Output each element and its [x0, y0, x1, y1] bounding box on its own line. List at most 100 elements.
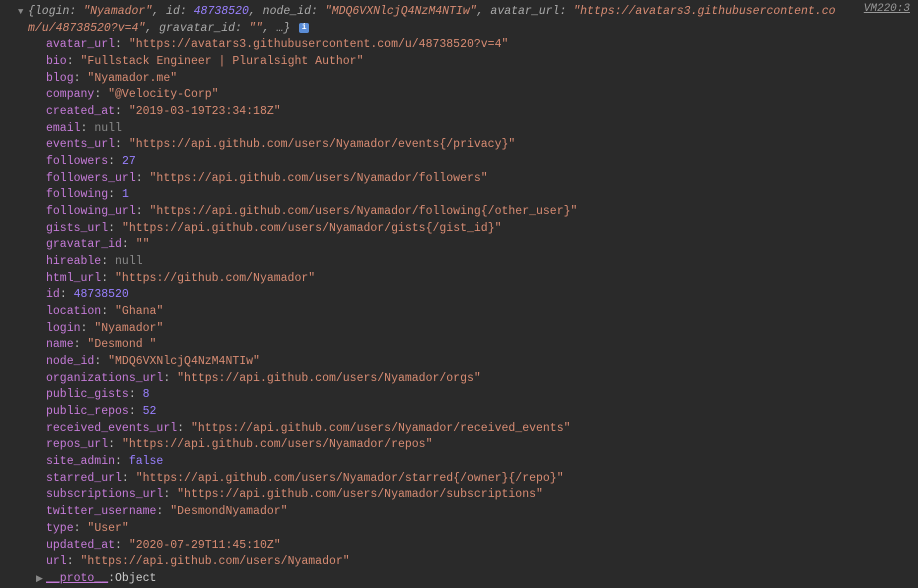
property-row: followers_url: "https://api.github.com/u… [46, 171, 918, 188]
property-row: public_repos: 52 [46, 404, 918, 421]
object-summary-row[interactable]: ▼ {login: "Nyamador", id: 48738520, node… [0, 4, 918, 37]
property-key: html_url [46, 272, 101, 285]
property-key: location [46, 305, 101, 318]
property-row: location: "Ghana" [46, 304, 918, 321]
property-row: id: 48738520 [46, 287, 918, 304]
property-row: login: "Nyamador" [46, 321, 918, 338]
property-key: email [46, 122, 81, 135]
property-key: followers_url [46, 172, 136, 185]
property-value: "https://api.github.com/users/Nyamador/g… [122, 222, 502, 235]
property-row: following: 1 [46, 187, 918, 204]
property-row: organizations_url: "https://api.github.c… [46, 371, 918, 388]
property-row: received_events_url: "https://api.github… [46, 421, 918, 438]
property-value: "Nyamador.me" [87, 72, 177, 85]
property-row: company: "@Velocity-Corp" [46, 87, 918, 104]
property-key: starred_url [46, 472, 122, 485]
info-icon[interactable]: i [299, 23, 309, 33]
property-row: starred_url: "https://api.github.com/use… [46, 471, 918, 488]
property-value: null [115, 255, 143, 268]
property-key: url [46, 555, 67, 568]
property-row: created_at: "2019-03-19T23:34:18Z" [46, 104, 918, 121]
property-key: gravatar_id [46, 238, 122, 251]
property-value: "https://api.github.com/users/Nyamador" [81, 555, 350, 568]
property-row: repos_url: "https://api.github.com/users… [46, 437, 918, 454]
proto-row[interactable]: ▶ __proto__: Object [0, 571, 918, 588]
property-key: twitter_username [46, 505, 156, 518]
property-row: gists_url: "https://api.github.com/users… [46, 221, 918, 238]
property-key: public_repos [46, 405, 129, 418]
property-row: twitter_username: "DesmondNyamador" [46, 504, 918, 521]
property-row: url: "https://api.github.com/users/Nyama… [46, 554, 918, 571]
property-value: "User" [87, 522, 128, 535]
property-value: "@Velocity-Corp" [108, 88, 218, 101]
property-key: created_at [46, 105, 115, 118]
property-value: "https://api.github.com/users/Nyamador/f… [150, 172, 488, 185]
property-row: html_url: "https://github.com/Nyamador" [46, 271, 918, 288]
property-value: 52 [143, 405, 157, 418]
property-key: blog [46, 72, 74, 85]
property-row: gravatar_id: "" [46, 237, 918, 254]
property-value: "MDQ6VXNlcjQ4NzM4NTIw" [108, 355, 260, 368]
property-value: "https://api.github.com/users/Nyamador/f… [150, 205, 578, 218]
property-key: subscriptions_url [46, 488, 163, 501]
property-key: following [46, 188, 108, 201]
property-value: "https://github.com/Nyamador" [115, 272, 315, 285]
property-value: "https://api.github.com/users/Nyamador/e… [129, 138, 515, 151]
property-key: updated_at [46, 539, 115, 552]
property-value: "https://api.github.com/users/Nyamador/s… [177, 488, 543, 501]
collapse-arrow-icon[interactable]: ▶ [36, 573, 46, 586]
property-value: 8 [143, 388, 150, 401]
property-value: 1 [122, 188, 129, 201]
property-key: received_events_url [46, 422, 177, 435]
property-key: login [46, 322, 81, 335]
property-value: "" [136, 238, 150, 251]
property-key: organizations_url [46, 372, 163, 385]
property-value: "https://api.github.com/users/Nyamador/o… [177, 372, 481, 385]
property-row: events_url: "https://api.github.com/user… [46, 137, 918, 154]
property-row: hireable: null [46, 254, 918, 271]
property-key: site_admin [46, 455, 115, 468]
property-key: gists_url [46, 222, 108, 235]
property-value: "2020-07-29T11:45:10Z" [129, 539, 281, 552]
property-key: following_url [46, 205, 136, 218]
property-value: "Desmond " [87, 338, 156, 351]
property-key: repos_url [46, 438, 108, 451]
property-value: "Fullstack Engineer | Pluralsight Author… [81, 55, 364, 68]
property-value: false [129, 455, 164, 468]
property-value: "https://api.github.com/users/Nyamador/r… [191, 422, 571, 435]
proto-key: __proto__ [46, 571, 108, 588]
property-key: avatar_url [46, 38, 115, 51]
property-value: 27 [122, 155, 136, 168]
proto-value: Object [115, 571, 156, 588]
property-row: site_admin: false [46, 454, 918, 471]
property-row: type: "User" [46, 521, 918, 538]
property-key: company [46, 88, 94, 101]
expand-arrow-icon[interactable]: ▼ [18, 6, 28, 19]
property-value: "DesmondNyamador" [170, 505, 287, 518]
property-key: hireable [46, 255, 101, 268]
property-value: "https://api.github.com/users/Nyamador/s… [136, 472, 564, 485]
property-value: "Ghana" [115, 305, 163, 318]
property-row: avatar_url: "https://avatars3.githubuser… [46, 37, 918, 54]
property-row: following_url: "https://api.github.com/u… [46, 204, 918, 221]
property-row: email: null [46, 121, 918, 138]
property-key: followers [46, 155, 108, 168]
property-row: subscriptions_url: "https://api.github.c… [46, 487, 918, 504]
property-value: "https://avatars3.githubusercontent.com/… [129, 38, 509, 51]
property-key: node_id [46, 355, 94, 368]
property-key: bio [46, 55, 67, 68]
property-value: "Nyamador" [94, 322, 163, 335]
source-link[interactable]: VM220:3 [864, 2, 910, 18]
property-key: events_url [46, 138, 115, 151]
object-properties: avatar_url: "https://avatars3.githubuser… [0, 37, 918, 571]
object-summary: {login: "Nyamador", id: 48738520, node_i… [28, 4, 918, 37]
property-value: "2019-03-19T23:34:18Z" [129, 105, 281, 118]
property-row: name: "Desmond " [46, 337, 918, 354]
property-value: null [94, 122, 122, 135]
property-row: followers: 27 [46, 154, 918, 171]
property-key: name [46, 338, 74, 351]
property-key: public_gists [46, 388, 129, 401]
property-row: public_gists: 8 [46, 387, 918, 404]
property-row: updated_at: "2020-07-29T11:45:10Z" [46, 538, 918, 555]
property-key: type [46, 522, 74, 535]
